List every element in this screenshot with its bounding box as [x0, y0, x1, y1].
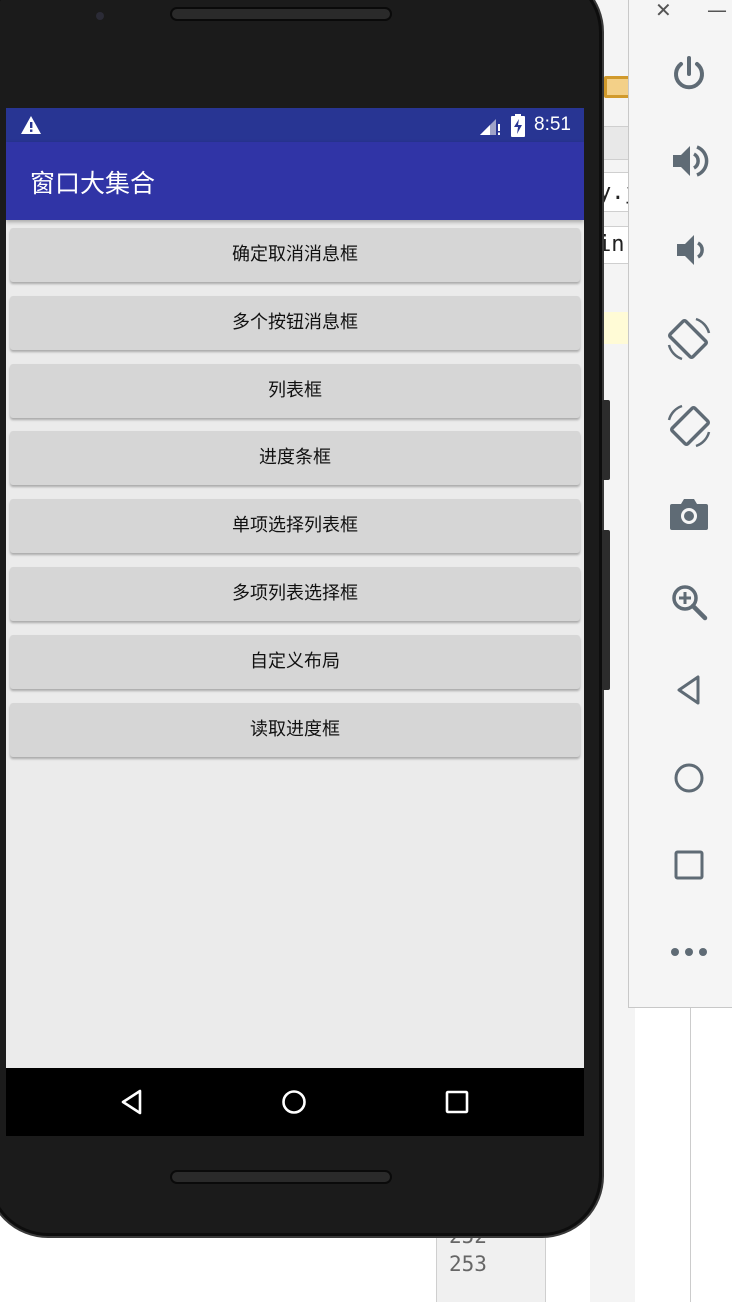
emulator-back-button[interactable]	[659, 660, 719, 720]
more-icon	[671, 948, 707, 956]
rotate-right-button[interactable]	[659, 396, 719, 456]
single-choice-list-dialog-button[interactable]: 单项选择列表框	[10, 499, 580, 554]
rotate-left-icon	[667, 317, 711, 361]
close-icon[interactable]: ✕	[655, 0, 672, 22]
list-dialog-button[interactable]: 列表框	[10, 363, 580, 418]
volume-up-icon	[673, 145, 709, 177]
multi-choice-list-dialog-button[interactable]: 多项列表选择框	[10, 566, 580, 621]
camera-icon	[670, 499, 708, 530]
zoom-button[interactable]	[659, 572, 719, 632]
more-options-button[interactable]	[659, 922, 719, 982]
front-camera	[96, 12, 104, 20]
app-title: 窗口大集合	[30, 169, 156, 198]
line-number: 253	[449, 1252, 487, 1276]
loading-progress-dialog-button[interactable]: 读取进度框	[10, 702, 580, 757]
button-list: 确定取消消息框 多个按钮消息框 列表框 进度条框 单项选择列表框 多项列表选择框…	[10, 228, 580, 770]
screenshot-button[interactable]	[659, 484, 719, 544]
desktop: y.j in 252 253	[0, 0, 732, 1302]
line-number-gutter: 252 253	[436, 1224, 546, 1302]
custom-layout-dialog-button[interactable]: 自定义布局	[10, 634, 580, 689]
ide-panel	[690, 1008, 732, 1302]
rotate-left-button[interactable]	[659, 309, 719, 369]
emulator-home-button[interactable]	[659, 748, 719, 808]
emulator-toolbar: ✕ —	[628, 0, 732, 1008]
power-button[interactable]	[659, 44, 719, 104]
rotate-right-icon	[667, 404, 711, 448]
emulator-window-controls: ✕ —	[629, 0, 732, 24]
navigation-bar	[6, 1068, 584, 1136]
top-speaker	[170, 7, 392, 21]
phone-volume-rocker	[602, 530, 610, 690]
back-icon	[677, 675, 700, 705]
home-icon	[674, 763, 704, 793]
emulator-overview-button[interactable]	[659, 835, 719, 895]
device-screen: 8:51 窗口大集合 确定取消消息框 多个按钮消息框 列表框 进度条框 单项选择…	[6, 108, 584, 1136]
warning-icon	[21, 116, 41, 134]
status-bar: 8:51	[6, 108, 584, 142]
multi-button-dialog-button[interactable]: 多个按钮消息框	[10, 295, 580, 350]
recents-icon[interactable]	[443, 1088, 471, 1116]
zoom-icon	[672, 585, 708, 621]
minimize-icon[interactable]: —	[707, 0, 727, 22]
status-time: 8:51	[534, 114, 571, 135]
back-icon[interactable]	[118, 1088, 146, 1116]
volume-up-button[interactable]	[659, 131, 719, 191]
volume-down-button[interactable]	[659, 220, 719, 280]
signal-icon	[480, 119, 500, 135]
progress-bar-dialog-button[interactable]: 进度条框	[10, 431, 580, 486]
power-icon	[674, 56, 704, 90]
battery-charging-icon	[511, 114, 525, 137]
overview-icon	[674, 850, 704, 880]
app-toolbar: 窗口大集合	[6, 142, 584, 220]
phone-side-button	[602, 400, 610, 480]
bottom-speaker	[170, 1170, 392, 1184]
home-icon[interactable]	[280, 1088, 308, 1116]
confirm-cancel-dialog-button[interactable]: 确定取消消息框	[10, 228, 580, 282]
volume-down-icon	[677, 235, 704, 265]
